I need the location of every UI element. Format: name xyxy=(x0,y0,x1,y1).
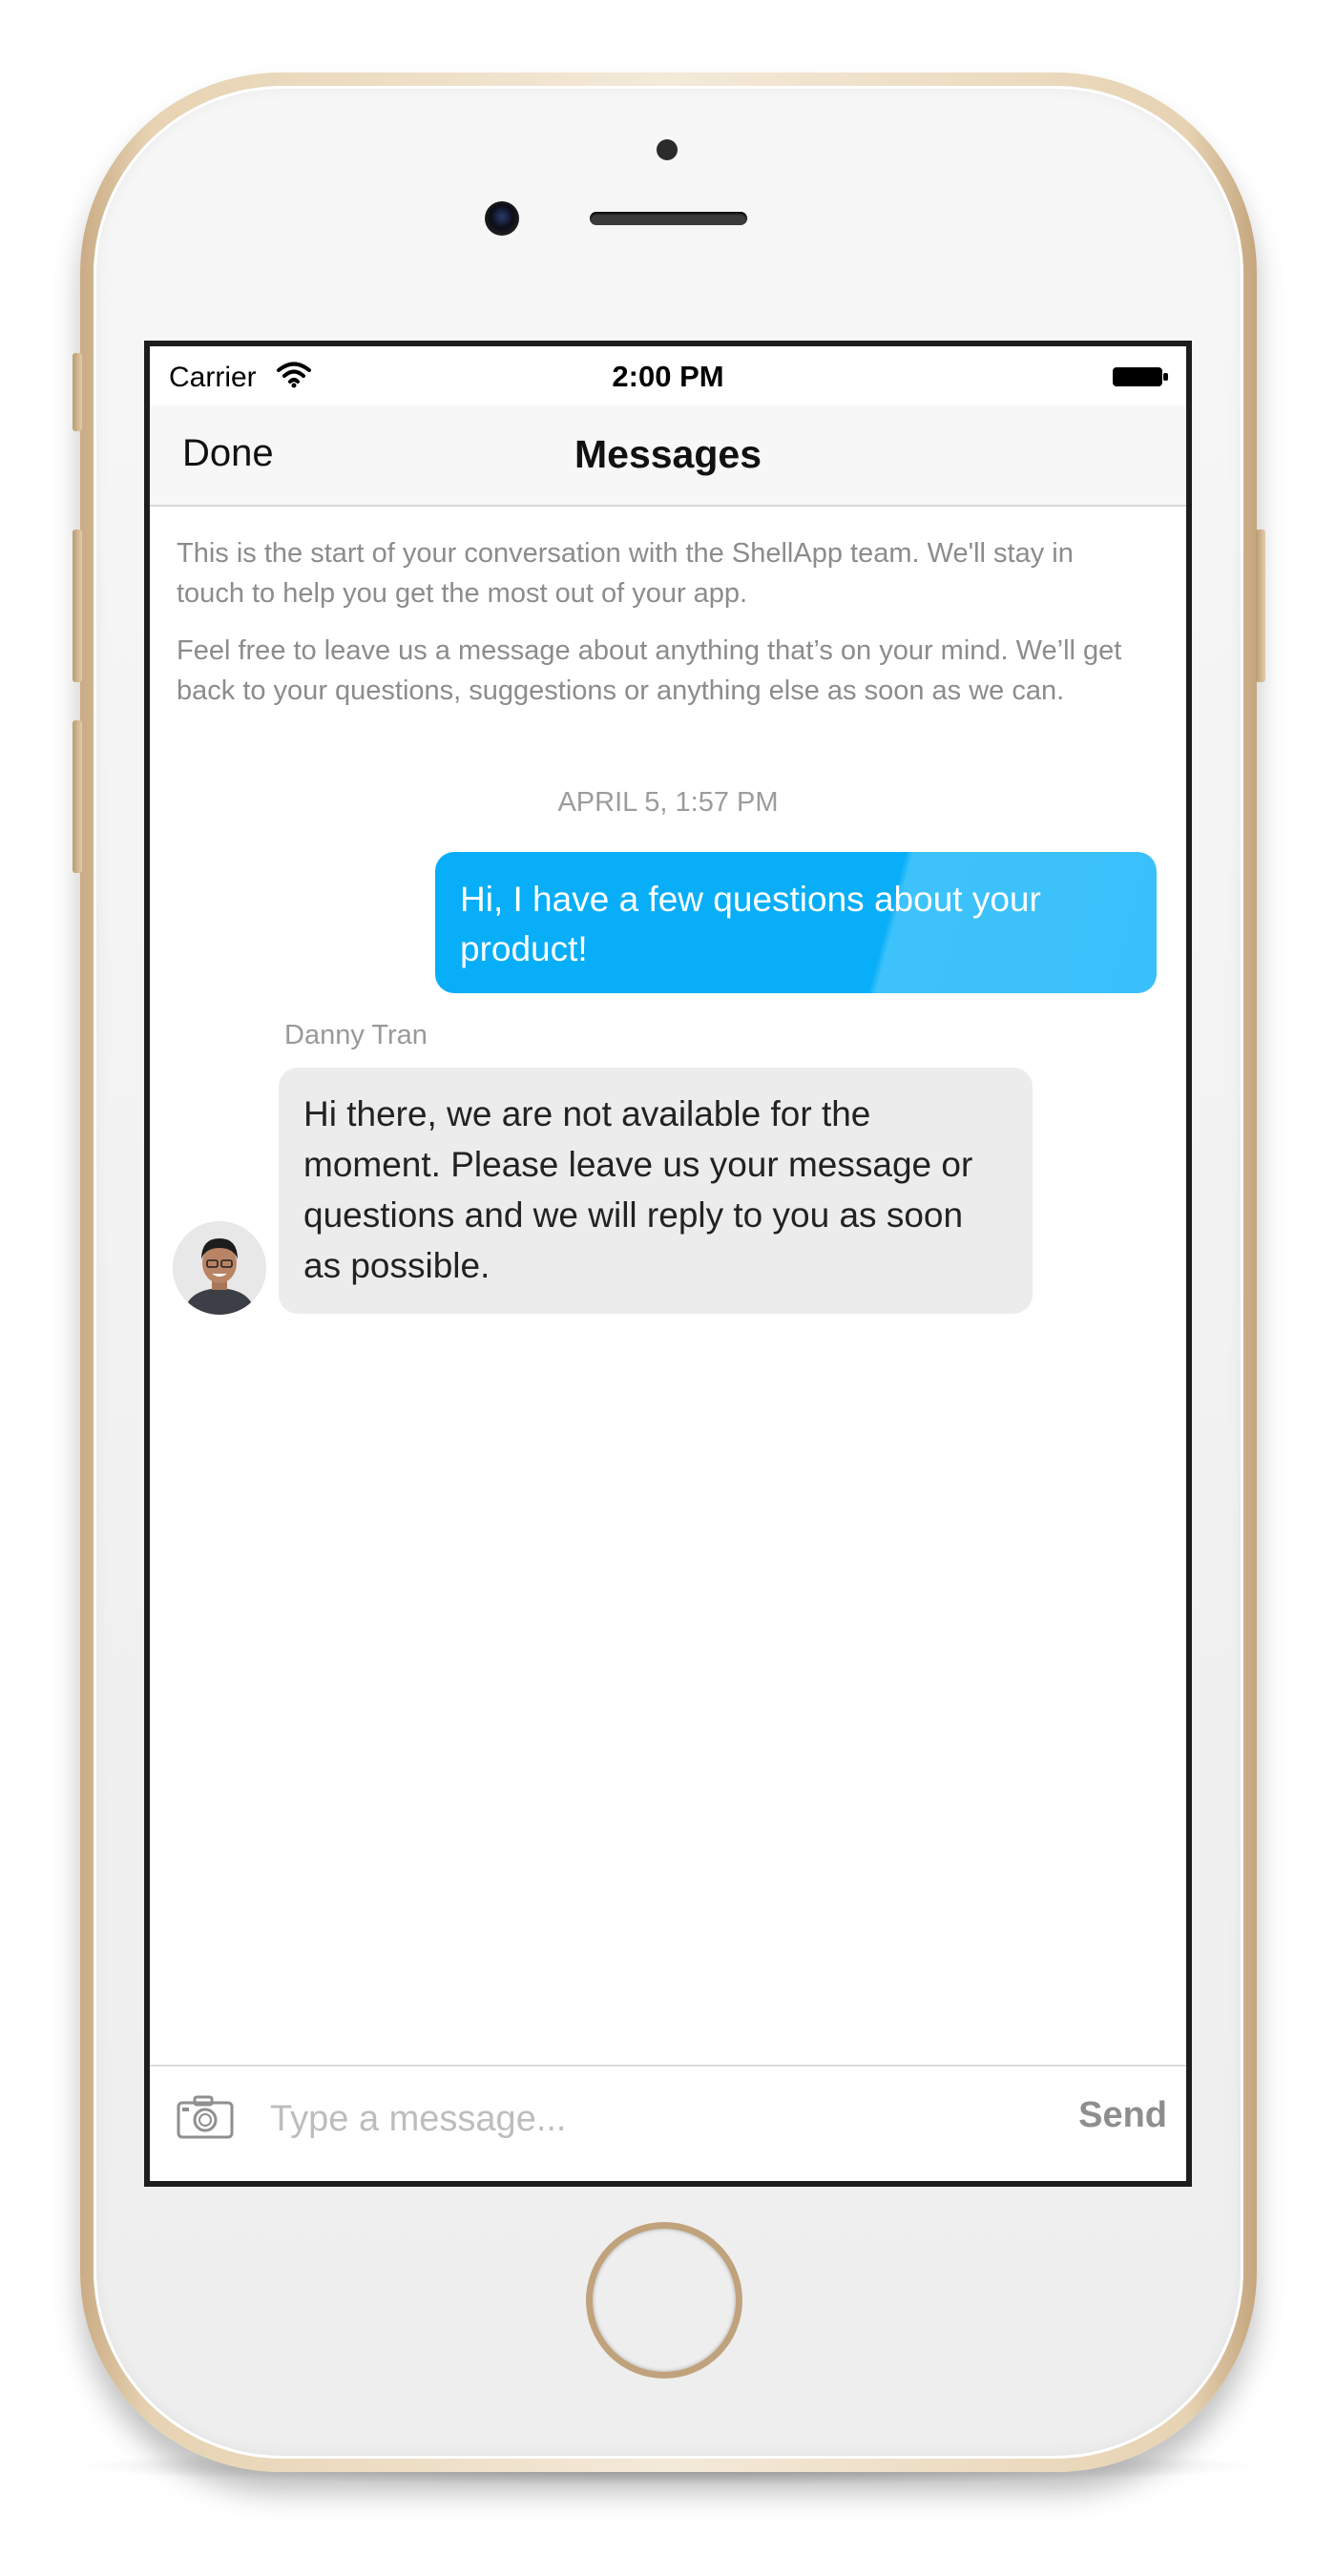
message-input[interactable] xyxy=(268,2088,1026,2150)
sender-name: Danny Tran xyxy=(284,1020,428,1050)
navigation-bar: Done Messages xyxy=(150,405,1186,507)
avatar[interactable] xyxy=(173,1221,266,1315)
front-camera xyxy=(485,201,519,236)
mute-switch xyxy=(73,353,82,431)
status-bar: Carrier 2:00 PM xyxy=(150,346,1186,405)
outgoing-message-bubble: Hi, I have a few questions about your pr… xyxy=(435,852,1157,993)
phone-screen: Carrier 2:00 PM Done Messages This is th… xyxy=(144,341,1192,2187)
page-title: Messages xyxy=(574,432,762,476)
message-composer: Send xyxy=(150,2065,1186,2181)
conversation-intro: This is the start of your conversation w… xyxy=(177,533,1140,728)
power-button xyxy=(1256,530,1265,682)
battery-icon xyxy=(1113,367,1168,386)
earpiece-speaker xyxy=(590,212,747,225)
send-button[interactable]: Send xyxy=(1078,2095,1167,2136)
status-time: 2:00 PM xyxy=(612,360,724,393)
person-avatar-icon xyxy=(173,1221,266,1315)
intro-paragraph: This is the start of your conversation w… xyxy=(177,538,1074,609)
volume-down-button xyxy=(73,720,82,873)
message-timestamp: APRIL 5, 1:57 PM xyxy=(557,787,779,818)
proximity-sensor xyxy=(657,139,678,160)
camera-icon[interactable] xyxy=(177,2095,234,2139)
incoming-message-bubble: Hi there, we are not available for the m… xyxy=(279,1068,1033,1314)
intro-paragraph: Feel free to leave us a message about an… xyxy=(177,635,1122,706)
volume-up-button xyxy=(73,530,82,682)
home-button[interactable] xyxy=(586,2222,742,2379)
